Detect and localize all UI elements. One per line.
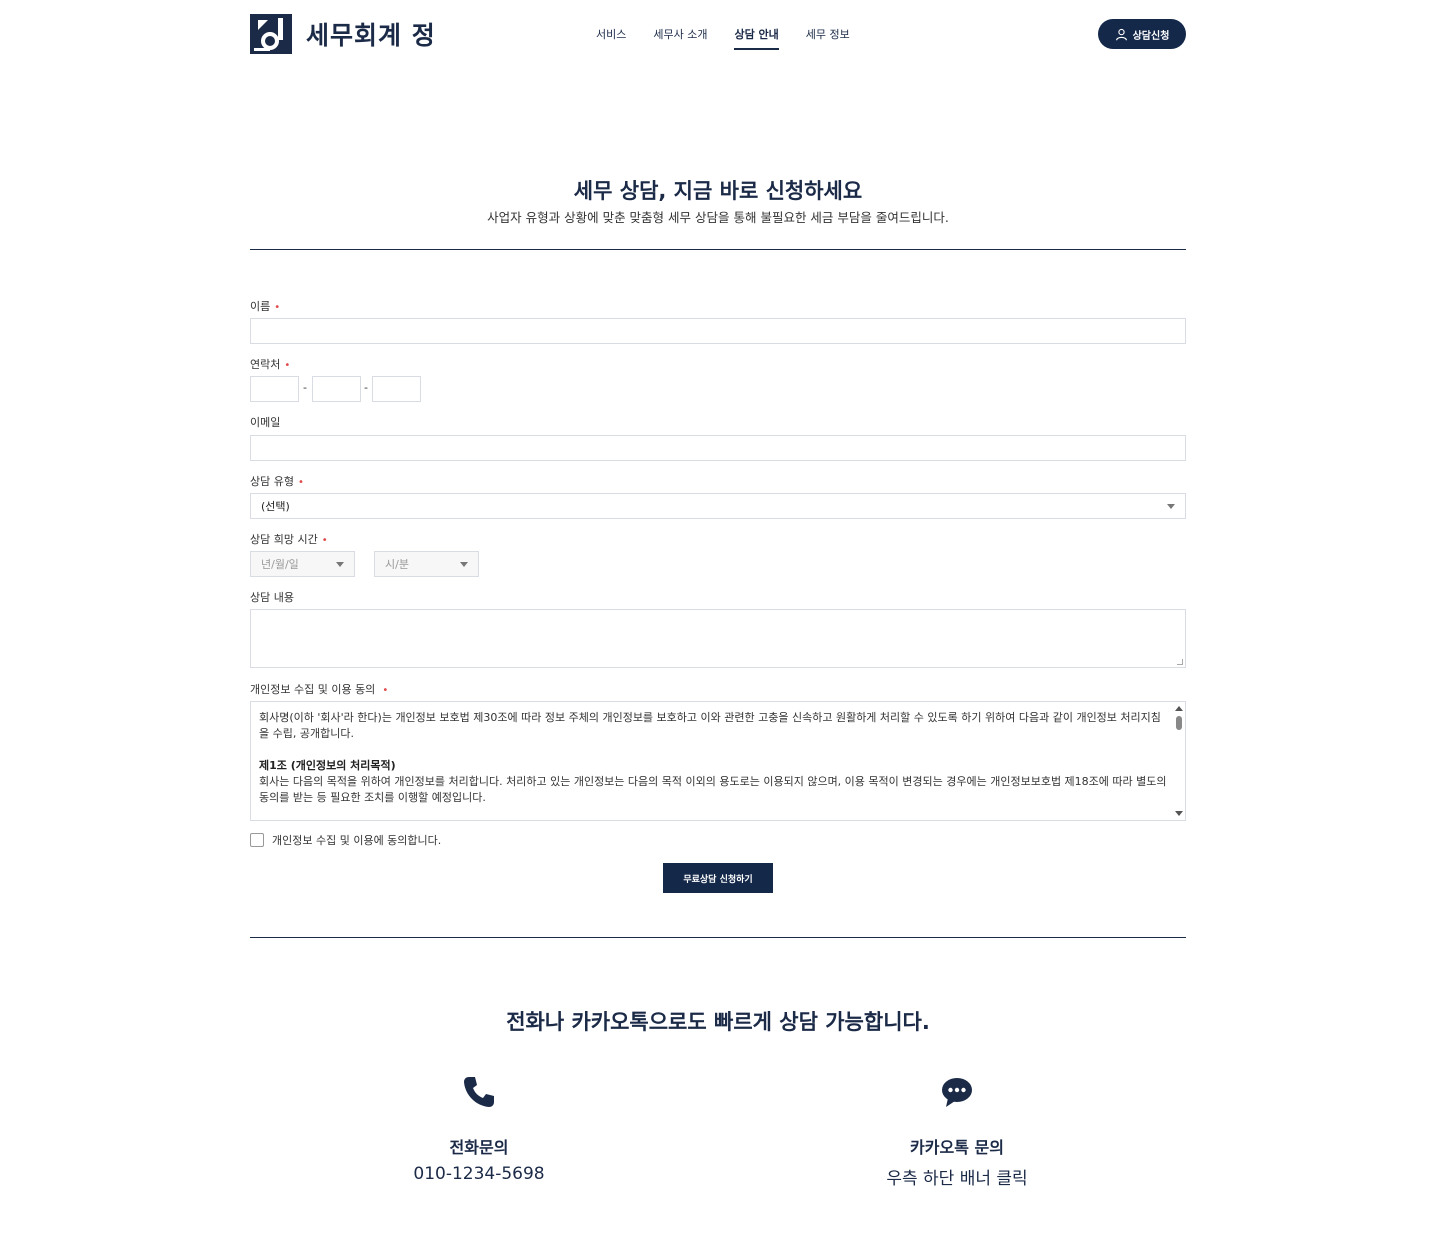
- email-label: 이메일: [250, 416, 281, 429]
- scrollbar[interactable]: [1175, 704, 1183, 818]
- name-input[interactable]: [250, 318, 1186, 344]
- section-divider: [250, 937, 1186, 938]
- submit-button[interactable]: 무료상담 신청하기: [663, 863, 773, 893]
- cta-label: 상담신청: [1132, 30, 1170, 42]
- nav-item-consultation[interactable]: 상담 안내: [734, 26, 779, 50]
- consult-type-select[interactable]: (선택): [250, 493, 1186, 519]
- page-title: 세무 상담, 지금 바로 신청하세요: [573, 179, 863, 203]
- phone-label: 연락처 •: [250, 358, 291, 371]
- section-divider: [250, 249, 1186, 250]
- consultation-request-button[interactable]: 상담신청: [1098, 19, 1186, 49]
- nav-item-about[interactable]: 세무사 소개: [653, 26, 707, 50]
- scroll-up-arrow-icon[interactable]: [1175, 706, 1183, 711]
- consult-type-value: (선택): [261, 500, 290, 513]
- resize-handle-icon[interactable]: [1177, 659, 1183, 665]
- scroll-down-arrow-icon[interactable]: [1175, 811, 1183, 816]
- privacy-agree-label[interactable]: 개인정보 수집 및 이용에 동의합니다.: [272, 832, 441, 848]
- name-label: 이름 •: [250, 300, 281, 313]
- logo[interactable]: 세무회계 정: [250, 14, 436, 54]
- kakao-contact-instruction: 우측 하단 배너 클릭: [886, 1169, 1028, 1189]
- chat-bubble-icon: [942, 1078, 972, 1107]
- nav-item-services[interactable]: 서비스: [596, 26, 626, 50]
- required-mark: •: [274, 302, 281, 313]
- phone-separator: -: [364, 381, 368, 394]
- required-mark: •: [284, 360, 291, 371]
- phone-input-3[interactable]: [372, 376, 421, 402]
- user-icon: [1115, 28, 1127, 40]
- chevron-down-icon: [336, 562, 344, 567]
- phone-contact: 전화문의 010-1234-5698: [329, 1074, 629, 1184]
- email-input[interactable]: [250, 435, 1186, 461]
- content-label: 상담 내용: [250, 591, 294, 604]
- time-placeholder: 시/분: [385, 558, 409, 571]
- privacy-label: 개인정보 수집 및 이용 동의 •: [250, 683, 389, 696]
- privacy-agree-checkbox[interactable]: [250, 833, 264, 847]
- required-mark: •: [321, 535, 328, 546]
- contact-section-title: 전화나 카카오톡으로도 빠르게 상담 가능합니다.: [506, 1010, 930, 1034]
- privacy-policy-text: 회사명(이하 '회사'라 한다)는 개인정보 보호법 제30조에 따라 정보 주…: [259, 710, 1171, 806]
- required-mark: •: [382, 685, 389, 696]
- privacy-policy-box[interactable]: 회사명(이하 '회사'라 한다)는 개인정보 보호법 제30조에 따라 정보 주…: [250, 701, 1186, 821]
- chevron-down-icon: [1167, 504, 1175, 509]
- privacy-intro: 회사명(이하 '회사'라 한다)는 개인정보 보호법 제30조에 따라 정보 주…: [259, 711, 1161, 740]
- time-select[interactable]: 시/분: [374, 551, 479, 577]
- phone-input-2[interactable]: [312, 376, 361, 402]
- kakao-contact-heading: 카카오톡 문의: [910, 1138, 1004, 1157]
- phone-contact-heading: 전화문의: [449, 1138, 509, 1157]
- date-placeholder: 년/월/일: [261, 558, 299, 571]
- scrollbar-thumb[interactable]: [1176, 716, 1182, 730]
- logo-mark-icon: [250, 14, 292, 54]
- privacy-agree-row[interactable]: 개인정보 수집 및 이용에 동의합니다.: [250, 832, 441, 848]
- content-textarea[interactable]: [250, 609, 1186, 668]
- chevron-down-icon: [460, 562, 468, 567]
- privacy-section-body: 회사는 다음의 목적을 위하여 개인정보를 처리합니다. 처리하고 있는 개인정…: [259, 775, 1167, 804]
- phone-separator: -: [303, 381, 307, 394]
- page-subtitle: 사업자 유형과 상황에 맞춘 맞춤형 세무 상담을 통해 불필요한 세금 부담을…: [487, 210, 949, 225]
- kakao-contact: 카카오톡 문의 우측 하단 배너 클릭: [807, 1074, 1107, 1189]
- preferred-time-label: 상담 희망 시간 •: [250, 533, 328, 546]
- required-mark: •: [297, 477, 304, 488]
- site-header: 세무회계 정 서비스 세무사 소개 상담 안내 세무 정보 상담신청: [0, 0, 1436, 70]
- privacy-section-title: 제1조 (개인정보의 처리목적): [259, 759, 396, 772]
- consult-type-label: 상담 유형 •: [250, 475, 304, 488]
- phone-number[interactable]: 010-1234-5698: [329, 1164, 629, 1184]
- logo-text: 세무회계 정: [306, 21, 436, 50]
- phone-input-1[interactable]: [250, 376, 299, 402]
- nav-item-tax-info[interactable]: 세무 정보: [806, 26, 850, 50]
- phone-icon: [464, 1077, 494, 1107]
- main-nav: 서비스 세무사 소개 상담 안내 세무 정보: [596, 26, 850, 50]
- date-select[interactable]: 년/월/일: [250, 551, 355, 577]
